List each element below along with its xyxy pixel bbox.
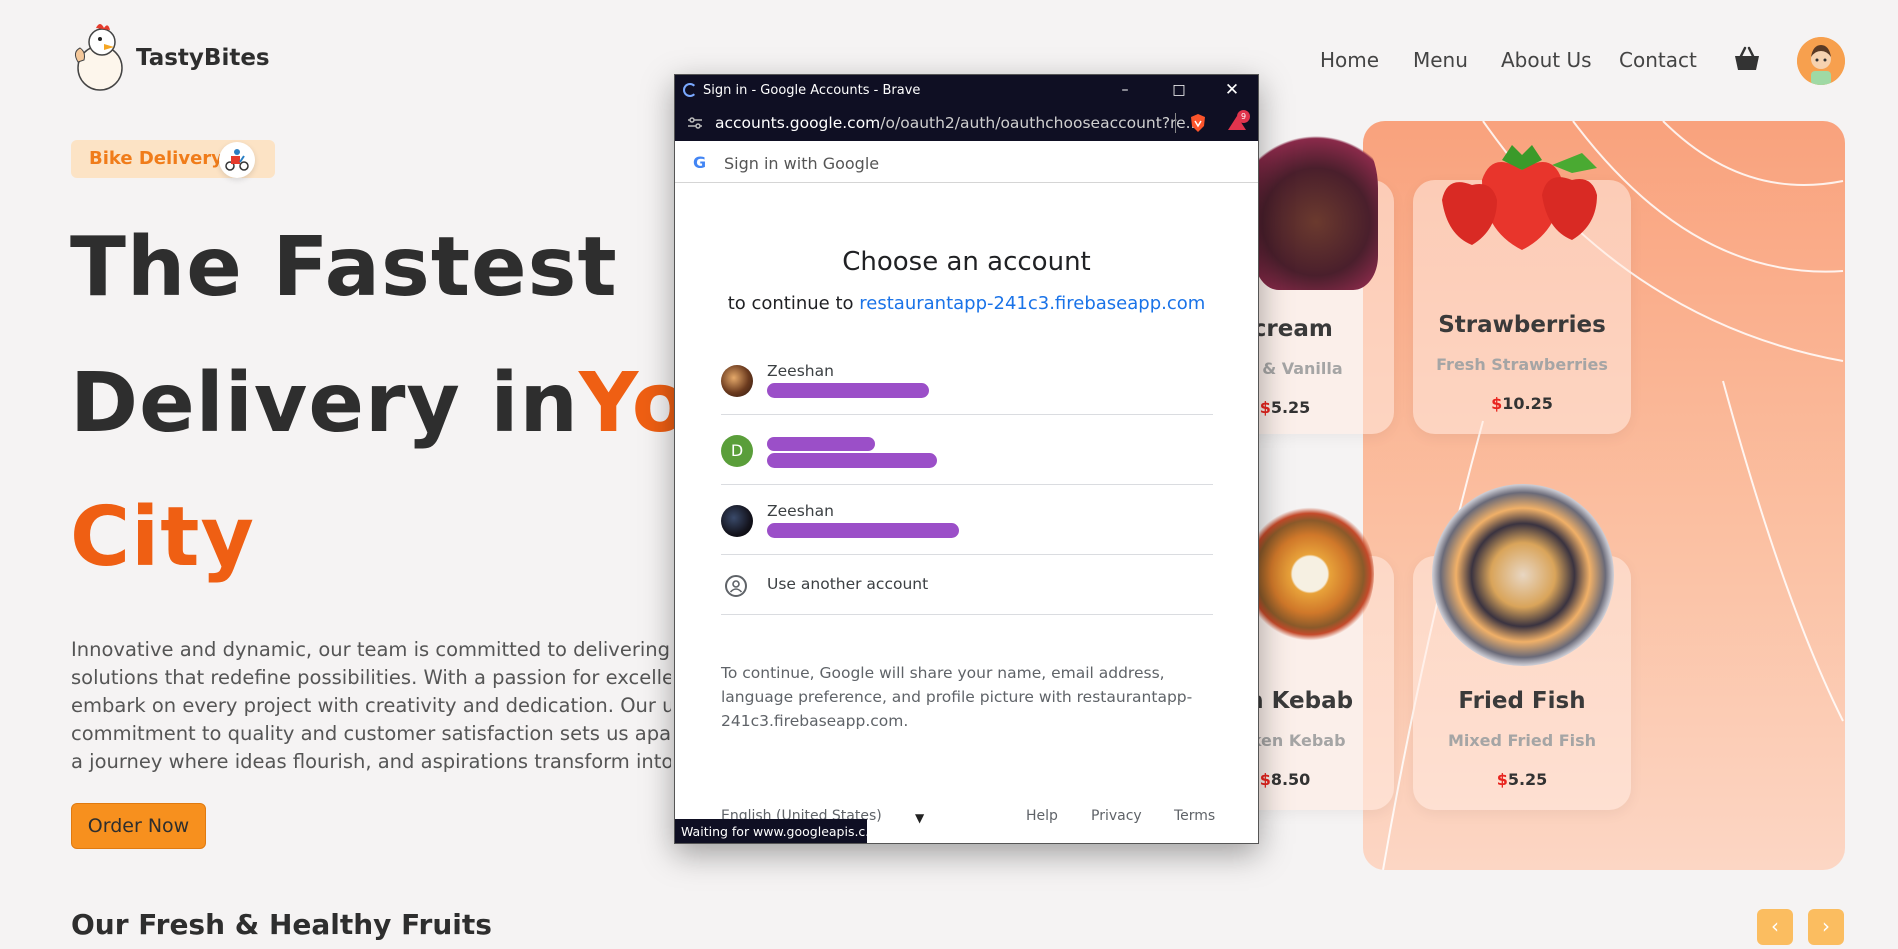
google-signin-popup[interactable]: Sign in - Google Accounts - Brave – □ ✕ …: [674, 74, 1259, 844]
choose-account-heading: Choose an account: [842, 247, 1091, 277]
gbar-label: Sign in with Google: [724, 154, 880, 173]
currency-symbol: $: [1491, 394, 1503, 413]
hero-title-line-2: Delivery inYo: [70, 356, 689, 451]
site-settings-icon[interactable]: [687, 116, 703, 130]
minimize-icon[interactable]: –: [1113, 79, 1137, 101]
price-value: 5.25: [1270, 398, 1311, 417]
use-another-account[interactable]: Use another account: [721, 557, 1213, 615]
nav-home[interactable]: Home: [1320, 48, 1379, 72]
account-name: Zeeshan: [767, 502, 834, 520]
price-value: 10.25: [1502, 394, 1553, 413]
paragraph-line: embark on every project with creativity …: [71, 694, 671, 717]
card-title: Strawberries: [1438, 312, 1606, 338]
hero-title-orange: Yo: [578, 356, 690, 451]
user-avatar-icon: [1797, 37, 1845, 85]
paragraph-line: a journey where ideas flourish, and aspi…: [71, 750, 671, 773]
url-path: /o/oauth2/auth/oauthchooseaccount?re...: [880, 114, 1201, 132]
account-option[interactable]: D: [721, 415, 1213, 485]
user-avatar[interactable]: [1797, 37, 1845, 85]
brave-shields-icon[interactable]: [1189, 113, 1207, 133]
google-logo-icon: G: [693, 153, 707, 172]
card-subtitle: Fresh Strawberries: [1436, 355, 1608, 374]
section-title: Our Fresh & Healthy Fruits: [71, 908, 492, 941]
terms-link[interactable]: Terms: [1174, 808, 1215, 824]
maximize-icon[interactable]: □: [1167, 79, 1191, 101]
nav-about-us[interactable]: About Us: [1501, 48, 1592, 72]
basket-icon[interactable]: [1733, 46, 1761, 72]
privacy-link[interactable]: Privacy: [1091, 808, 1142, 824]
card-subtitle: Mixed Fried Fish: [1447, 731, 1597, 750]
currency-symbol: $: [1259, 770, 1271, 789]
redacted-email: [767, 383, 929, 398]
card-price: $5.25: [1413, 770, 1631, 789]
fried-fish-image: [1432, 484, 1614, 666]
window-titlebar[interactable]: Sign in - Google Accounts - Brave – □ ✕: [675, 75, 1258, 105]
google-signin-bar: G Sign in with Google: [675, 141, 1258, 183]
dropdown-caret-icon[interactable]: ▼: [915, 811, 924, 825]
account-name: Zeeshan: [767, 362, 834, 380]
consent-text: To continue, Google will share your name…: [721, 664, 1193, 730]
hero-paragraph: Innovative and dynamic, our team is comm…: [71, 636, 671, 776]
bike-delivery-badge: Bike Delivery: [71, 140, 275, 178]
account-avatar: [721, 505, 753, 537]
window-title: Sign in - Google Accounts - Brave: [703, 83, 921, 98]
continue-prefix: to continue to: [727, 293, 854, 314]
hero-title-line-3: City: [70, 490, 255, 585]
hero-title-line-1: The Fastest: [70, 220, 618, 315]
paragraph-line: commitment to quality and customer satis…: [71, 722, 671, 745]
carousel-next-button[interactable]: ›: [1808, 909, 1844, 945]
url-text[interactable]: accounts.google.com/o/oauth2/auth/oauthc…: [715, 114, 1200, 132]
carousel-prev-button[interactable]: ‹: [1757, 909, 1793, 945]
redacted-name: [767, 437, 875, 451]
card-price: $10.25: [1413, 394, 1631, 413]
nav-menu[interactable]: Menu: [1413, 48, 1468, 72]
address-bar[interactable]: accounts.google.com/o/oauth2/auth/oauthc…: [675, 105, 1258, 141]
url-divider: [1175, 113, 1176, 133]
account-avatar: [721, 365, 753, 397]
currency-symbol: $: [1259, 398, 1271, 417]
account-option[interactable]: Zeeshan: [721, 485, 1213, 555]
paragraph-line: Innovative and dynamic, our team is comm…: [71, 638, 671, 661]
order-now-button[interactable]: Order Now: [71, 803, 206, 849]
continue-to-text: to continue to restaurantapp-241c3.fireb…: [675, 293, 1258, 314]
price-value: 8.50: [1270, 770, 1311, 789]
close-icon[interactable]: ✕: [1220, 79, 1244, 101]
chicken-kebab-image: [1246, 500, 1374, 648]
nav-contact[interactable]: Contact: [1619, 48, 1697, 72]
currency-symbol: $: [1496, 770, 1508, 789]
url-host: accounts.google.com: [715, 114, 881, 132]
chicken-logo-icon[interactable]: [70, 22, 128, 94]
person-circle-icon: [725, 575, 747, 597]
badge-label: Bike Delivery: [89, 148, 223, 169]
use-another-account-label: Use another account: [767, 575, 929, 593]
delivery-bike-icon: [219, 142, 255, 178]
loading-spinner-icon: [683, 83, 697, 97]
browser-status-bar: Waiting for www.googleapis.c...: [675, 819, 867, 843]
rewards-badge: 9: [1237, 110, 1250, 123]
strawberries-image: [1442, 145, 1597, 250]
continue-app-link[interactable]: restaurantapp-241c3.firebaseapp.com: [859, 293, 1205, 314]
help-link[interactable]: Help: [1026, 808, 1058, 824]
price-value: 5.25: [1507, 770, 1548, 789]
account-option[interactable]: Zeeshan: [721, 345, 1213, 415]
card-title: Fried Fish: [1458, 688, 1586, 714]
ice-cream-image: [1254, 120, 1378, 290]
brand-name[interactable]: TastyBites: [136, 45, 270, 71]
redacted-email: [767, 453, 937, 468]
redacted-email: [767, 523, 959, 538]
hero-title-dark: Delivery in: [70, 356, 579, 451]
paragraph-line: solutions that redefine possibilities. W…: [71, 666, 671, 689]
account-avatar: D: [721, 435, 753, 467]
